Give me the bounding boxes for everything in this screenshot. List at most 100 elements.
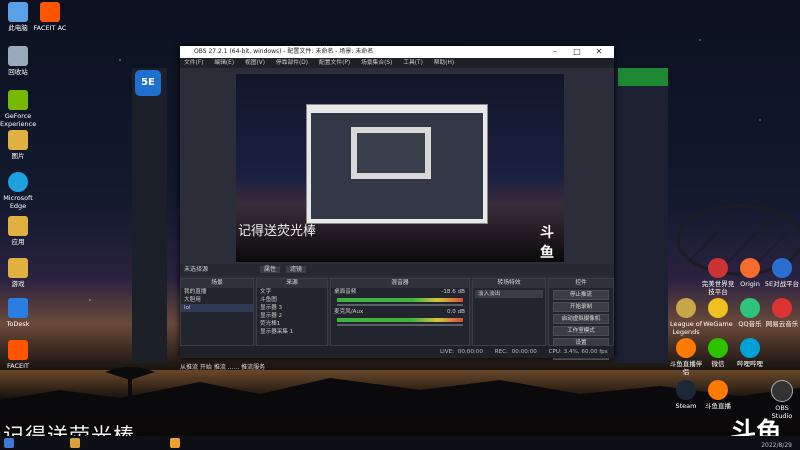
- netease-music-icon: [772, 298, 792, 318]
- minimize-icon[interactable]: –: [544, 46, 566, 58]
- 5e-logo-icon[interactable]: 5E: [135, 70, 161, 96]
- volume-slider[interactable]: [337, 324, 463, 326]
- desktop-icon[interactable]: FACEIT AC: [32, 2, 68, 32]
- desktop-icon[interactable]: 哔哩哔哩: [732, 338, 768, 368]
- desktop-icon[interactable]: ToDesk: [0, 298, 36, 328]
- mixer-track-db: -18.6 dB: [441, 289, 465, 295]
- controls-title: 控件: [549, 279, 613, 288]
- lol-icon: [676, 298, 696, 318]
- desktop-icon[interactable]: 微信: [700, 338, 736, 368]
- audio-mixer-title: 混音器: [331, 279, 469, 288]
- recycle-bin-icon: [8, 46, 28, 66]
- desktop-icon[interactable]: 斗鱼直播伴侣: [668, 338, 704, 376]
- desktop-icon[interactable]: Steam: [668, 380, 704, 410]
- desktop-icon[interactable]: 图片: [0, 130, 36, 160]
- desktop-icon-label: Origin: [740, 280, 760, 288]
- faceit-icon: [8, 340, 28, 360]
- menu-tools[interactable]: 工具(T): [403, 60, 423, 66]
- menu-view[interactable]: 视图(V): [245, 60, 265, 66]
- menu-file[interactable]: 文件(F): [184, 60, 203, 66]
- start-icon[interactable]: [4, 438, 14, 448]
- sources-panel-title: 来源: [257, 279, 327, 288]
- mixer-track-name: 麦克风/Aux: [334, 309, 364, 315]
- no-source-label: 未选择源: [184, 266, 209, 273]
- volume-meter: [337, 318, 463, 322]
- games-folder-icon: [8, 258, 28, 278]
- desktop-icon-label: 哔哩哔哩: [737, 360, 763, 368]
- obs-icon: [771, 380, 793, 402]
- filters-button[interactable]: 滤镜: [285, 266, 306, 273]
- desktop-icon[interactable]: FACEIT: [0, 340, 36, 370]
- source-toolbar: 未选择源 属性 滤镜: [180, 264, 614, 276]
- background-window-header: [618, 68, 668, 86]
- stop-streaming-button[interactable]: 停止推流: [553, 290, 609, 300]
- desktop-icon-label: ToDesk: [6, 320, 30, 328]
- desktop-icon-label: 游戏: [11, 280, 25, 288]
- desktop-icon[interactable]: 游戏: [0, 258, 36, 288]
- desktop-icon-label: 网易云音乐: [765, 320, 799, 328]
- desktop-icon-label: FACEIT AC: [33, 24, 67, 32]
- obs-preview[interactable]: 记得送荧光棒 斗鱼: [236, 74, 564, 262]
- source-item[interactable]: 荧光棒1: [257, 320, 327, 328]
- menu-docks[interactable]: 停靠部件(D): [276, 60, 308, 66]
- source-item[interactable]: 文字: [257, 288, 327, 296]
- properties-button[interactable]: 属性: [259, 266, 280, 273]
- obs-title-bar[interactable]: OBS 27.2.1 (64-bit, windows) - 配置文件: 未命名…: [180, 46, 614, 58]
- close-icon[interactable]: ✕: [588, 46, 610, 58]
- mixer-track-db: 0.0 dB: [446, 309, 465, 315]
- start-virtual-camera-button[interactable]: 启动虚拟摄像机: [553, 314, 609, 324]
- desktop-icon[interactable]: 此电脑: [0, 2, 36, 32]
- preview-caption: 记得送荧光棒: [238, 224, 317, 239]
- live-label: LIVE:: [440, 349, 455, 355]
- menu-profile[interactable]: 配置文件(P): [319, 60, 350, 66]
- source-item[interactable]: 显示器 3: [257, 304, 327, 312]
- nvidia-icon: [8, 90, 28, 110]
- source-item[interactable]: 显示器 2: [257, 312, 327, 320]
- qqmusic-icon: [740, 298, 760, 318]
- source-item[interactable]: 斗鱼图: [257, 296, 327, 304]
- menu-scene-collection[interactable]: 场景集合(S): [361, 60, 392, 66]
- background-window: [612, 68, 668, 363]
- desktop-icon[interactable]: Origin: [732, 258, 768, 288]
- maximize-icon[interactable]: □: [566, 46, 588, 58]
- nested-obs-capture-2: [351, 127, 431, 179]
- taskbar: 2022/8/29: [0, 436, 800, 450]
- desktop-icon[interactable]: 斗鱼直播: [700, 380, 736, 410]
- desktop-icon[interactable]: GeForce Experience: [0, 90, 36, 128]
- desktop-icon[interactable]: WeGame: [700, 298, 736, 328]
- douyu-icon: [708, 380, 728, 400]
- desktop-icon[interactable]: 应用: [0, 216, 36, 246]
- faceit-ac-icon: [40, 2, 60, 22]
- menu-edit[interactable]: 编辑(E): [214, 60, 234, 66]
- desktop-icon[interactable]: 回收站: [0, 46, 36, 76]
- menu-help[interactable]: 帮助(H): [434, 60, 454, 66]
- mixer-track-name: 桌面音频: [334, 289, 357, 295]
- rec-label: REC:: [494, 349, 508, 355]
- transitions-title: 转场特效: [473, 279, 545, 288]
- source-item[interactable]: 显示器采集 1: [257, 328, 327, 336]
- desktop-icon-label: 此电脑: [8, 24, 28, 32]
- perfect-world-icon: [708, 258, 728, 278]
- file-explorer-icon[interactable]: [70, 438, 80, 448]
- scene-item[interactable]: lol: [181, 304, 253, 312]
- desktop-icon[interactable]: League of Legends: [668, 298, 704, 336]
- desktop-icon[interactable]: 网易云音乐: [764, 298, 800, 328]
- desktop-icon-label: 图片: [11, 152, 25, 160]
- obs-docks: 场景 我的直播 大胆用 lol 来源 文字 斗鱼图 显示器 3 显示器 2 荧光…: [180, 278, 614, 360]
- pictures-folder-icon: [8, 130, 28, 150]
- transition-select[interactable]: 淡入淡出: [475, 290, 543, 298]
- transitions-panel: 转场特效 淡入淡出: [472, 278, 546, 346]
- obs-status-bar: LIVE: 00:00:00 REC: 00:00:00 CPU: 3.4%, …: [180, 346, 614, 358]
- obs-notice-text: 从推流 开始 推流 ...... 推流服务: [180, 364, 266, 371]
- studio-mode-button[interactable]: 工作室模式: [553, 326, 609, 336]
- start-recording-button[interactable]: 开始录制: [553, 302, 609, 312]
- desktop-icon[interactable]: QQ音乐: [732, 298, 768, 328]
- desktop-icon[interactable]: Microsoft Edge: [0, 172, 36, 210]
- scene-item[interactable]: 我的直播: [181, 288, 253, 296]
- volume-slider[interactable]: [337, 304, 463, 306]
- live-time: 00:00:00: [457, 349, 483, 355]
- desktop-icon[interactable]: 完美世界竞技平台: [700, 258, 736, 296]
- scene-item[interactable]: 大胆用: [181, 296, 253, 304]
- taskbar-app-icon[interactable]: [170, 438, 180, 448]
- desktop-icon[interactable]: 5E对战平台: [764, 258, 800, 288]
